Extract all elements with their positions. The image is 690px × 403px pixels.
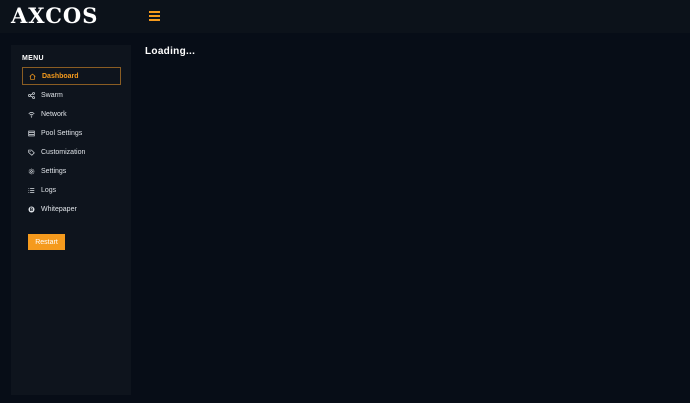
sidebar-item-label: Logs: [41, 186, 57, 194]
sidebar-item-label: Whitepaper: [41, 205, 77, 213]
svg-text:B: B: [30, 207, 34, 213]
wifi-icon: [28, 111, 35, 118]
list-icon: [28, 187, 35, 193]
sidebar: MENU Dashboard Swarm Network Pool Settin…: [11, 45, 131, 395]
gear-icon: [28, 168, 35, 174]
top-bar: AXCOS: [0, 0, 690, 33]
sidebar-item-label: Swarm: [41, 91, 63, 99]
sidebar-item-label: Settings: [41, 167, 67, 175]
sidebar-item-label: Network: [41, 110, 67, 118]
sidebar-item-label: Customization: [41, 148, 86, 156]
app-logo[interactable]: AXCOS: [11, 2, 98, 30]
sidebar-item-swarm[interactable]: Swarm: [22, 86, 121, 104]
sidebar-item-customization[interactable]: Customization: [22, 143, 121, 161]
loading-status: Loading...: [145, 46, 196, 57]
hamburger-icon[interactable]: [149, 11, 160, 21]
share-icon: [28, 91, 35, 99]
restart-button[interactable]: Restart: [28, 234, 65, 250]
sidebar-item-dashboard[interactable]: Dashboard: [22, 67, 121, 85]
sidebar-item-pool-settings[interactable]: Pool Settings: [22, 124, 121, 142]
sidebar-item-label: Dashboard: [42, 72, 79, 80]
bitcoin-icon: B: [28, 205, 35, 213]
tag-icon: [28, 149, 35, 156]
sidebar-item-settings[interactable]: Settings: [22, 162, 121, 180]
sidebar-item-label: Pool Settings: [41, 129, 83, 137]
sidebar-item-logs[interactable]: Logs: [22, 181, 121, 199]
menu-title: MENU: [22, 55, 44, 62]
sidebar-item-whitepaper[interactable]: B Whitepaper: [22, 200, 121, 218]
server-icon: [28, 130, 35, 136]
home-icon: [29, 73, 36, 80]
sidebar-item-network[interactable]: Network: [22, 105, 121, 123]
